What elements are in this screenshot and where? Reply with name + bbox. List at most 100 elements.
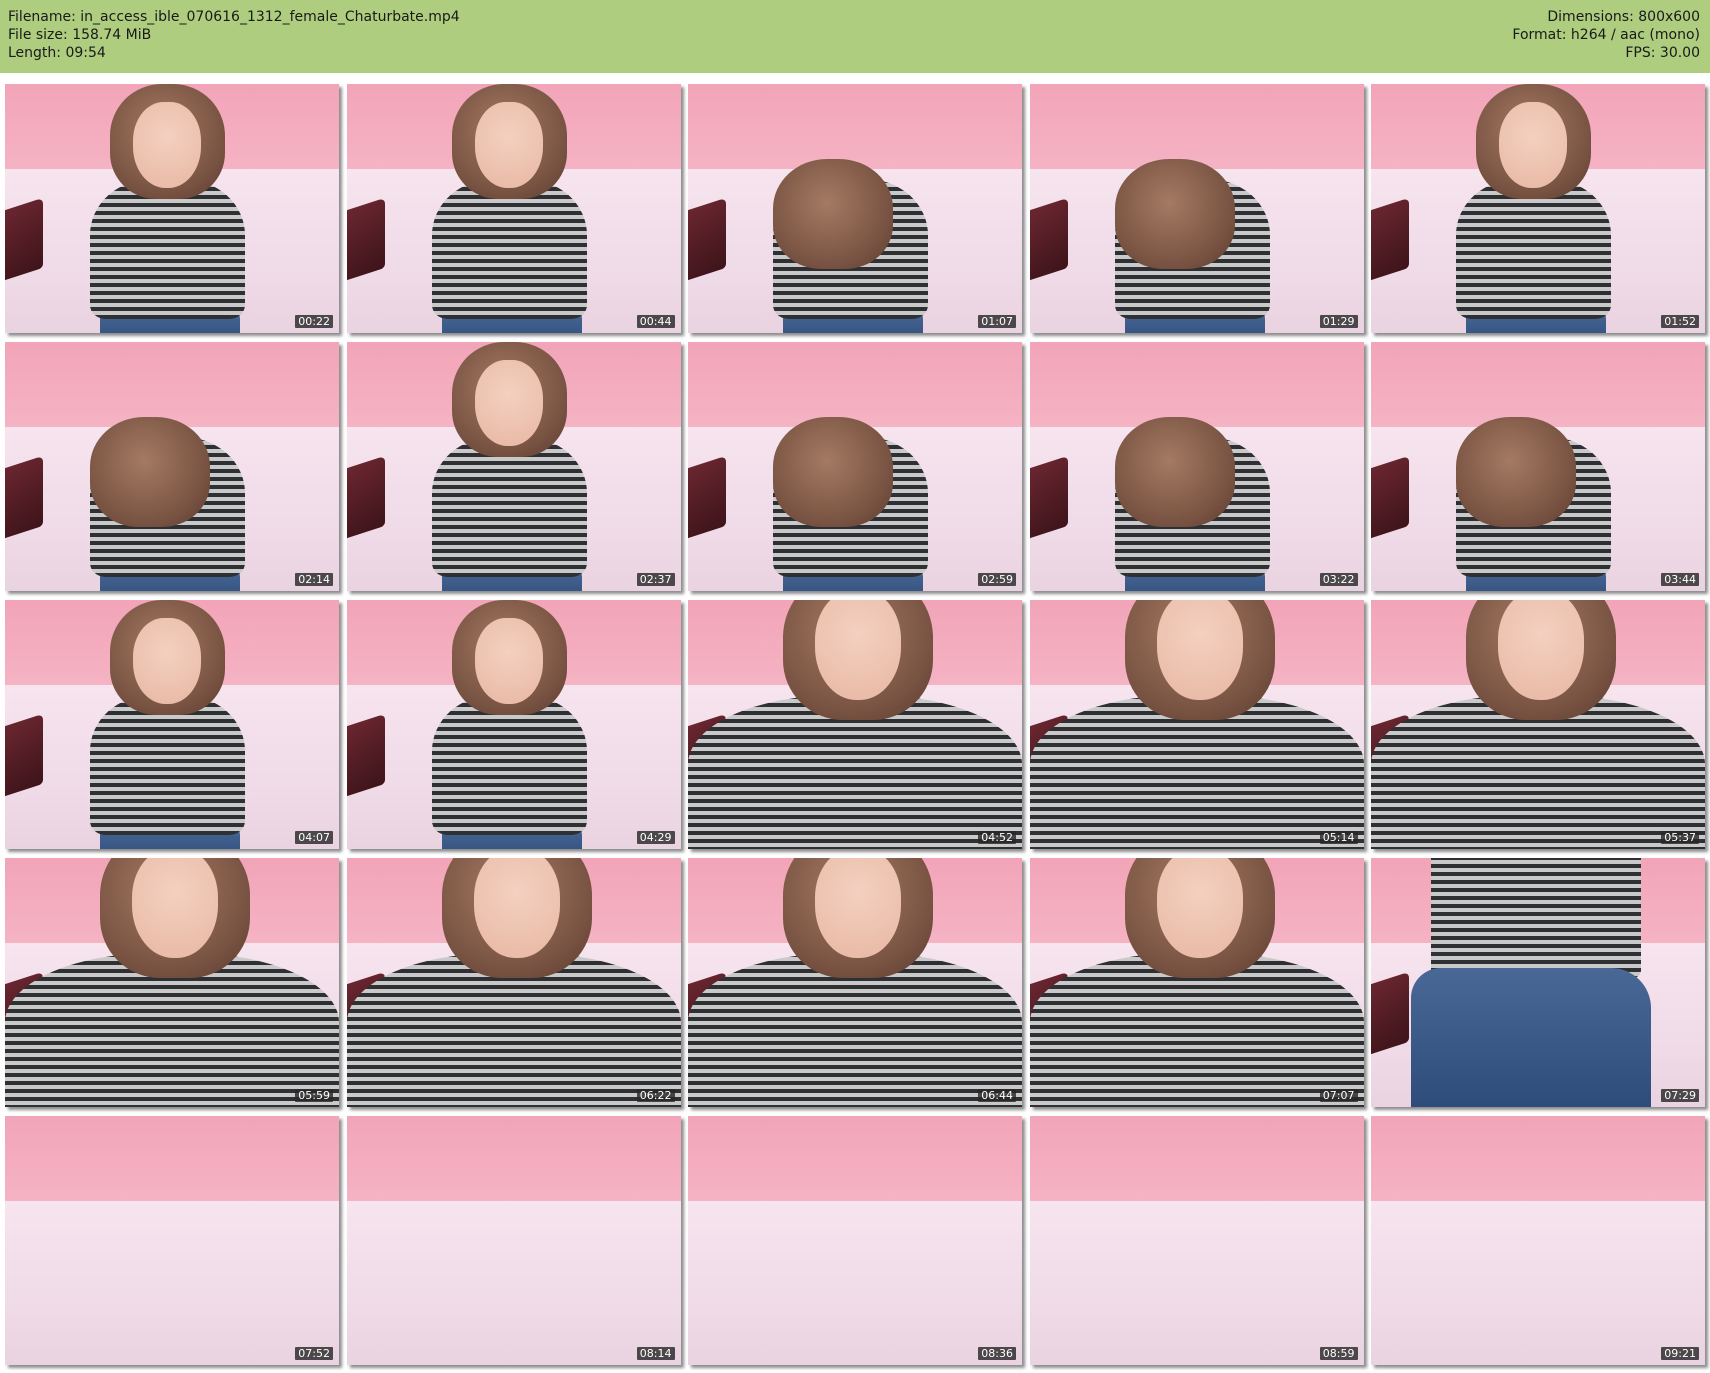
thumbnail-image (1371, 858, 1705, 1107)
timestamp-label: 08:59 (1319, 1347, 1358, 1360)
timestamp-label: 00:22 (295, 315, 333, 328)
thumbnail-image (5, 1116, 339, 1365)
file-info-header: Filename: in_access_ible_070616_1312_fem… (0, 0, 1710, 73)
video-thumbnail: 02:37 (346, 342, 681, 591)
video-thumbnail: 01:52 (1371, 84, 1705, 333)
face-shape (1156, 600, 1243, 700)
face-shape (473, 858, 560, 958)
background-wall (688, 342, 1022, 427)
timestamp-label: 02:14 (295, 573, 333, 586)
timestamp-label: 04:07 (295, 831, 333, 844)
hair-shape (1114, 159, 1235, 269)
video-thumbnail: 03:44 (1371, 342, 1705, 591)
thumbnail-image (688, 84, 1022, 333)
face-shape (1156, 858, 1243, 958)
cushion-shape (346, 455, 385, 539)
video-thumbnail: 08:14 (346, 1116, 681, 1365)
jeans-shape (1411, 968, 1651, 1107)
hair-shape (1114, 417, 1235, 527)
file-info-left: Filename: in_access_ible_070616_1312_fem… (8, 8, 460, 62)
video-thumbnail: 04:52 (688, 600, 1022, 849)
video-thumbnail: 06:22 (346, 858, 681, 1107)
thumbnail-image (1371, 1116, 1705, 1365)
video-thumbnail: 09:21 (1371, 1116, 1705, 1365)
format-text: Format: h264 / aac (mono) (1512, 27, 1700, 43)
face-shape (815, 858, 901, 958)
face-shape (474, 360, 543, 446)
fps-text: FPS: 30.00 (1625, 45, 1700, 61)
torso-shape (431, 437, 587, 577)
video-thumbnail: 07:29 (1371, 858, 1705, 1107)
video-thumbnail: 04:29 (346, 600, 681, 849)
face-shape (474, 618, 543, 704)
timestamp-label: 04:52 (978, 831, 1016, 844)
hair-shape (90, 417, 210, 527)
timestamp-label: 02:37 (636, 573, 675, 586)
timestamp-label: 07:52 (295, 1347, 333, 1360)
video-thumbnail: 05:37 (1371, 600, 1705, 849)
timestamp-label: 03:44 (1661, 573, 1699, 586)
face-shape (133, 102, 201, 188)
cushion-shape (1371, 197, 1409, 281)
thumbnail-image (346, 1116, 681, 1365)
background-sofa (1029, 1200, 1364, 1365)
cushion-shape (1371, 971, 1409, 1055)
torso-shape (1431, 858, 1641, 978)
thumbnail-image (5, 84, 339, 333)
background-wall (688, 84, 1022, 169)
video-thumbnail: 08:59 (1029, 1116, 1364, 1365)
cushion-shape (1371, 455, 1409, 539)
video-thumbnail: 00:44 (346, 84, 681, 333)
timestamp-label: 05:59 (295, 1089, 333, 1102)
background-wall (1029, 342, 1364, 427)
thumbnail-image (1371, 84, 1705, 333)
thumbnail-image (688, 342, 1022, 591)
video-thumbnail: 06:44 (688, 858, 1022, 1107)
thumbnail-image (1029, 858, 1364, 1107)
background-sofa (346, 1200, 681, 1365)
cushion-shape (688, 455, 726, 539)
video-thumbnail: 03:22 (1029, 342, 1364, 591)
background-sofa (5, 1200, 339, 1365)
thumbnail-image (1029, 84, 1364, 333)
cushion-shape (1029, 197, 1068, 281)
timestamp-label: 06:44 (978, 1089, 1016, 1102)
video-thumbnail: 04:07 (5, 600, 339, 849)
face-shape (815, 600, 901, 700)
face-shape (132, 858, 218, 958)
video-thumbnail: 05:14 (1029, 600, 1364, 849)
thumbnail-image (1371, 600, 1705, 849)
face-shape (1499, 102, 1567, 188)
thumbnail-image (5, 342, 339, 591)
timestamp-label: 02:59 (978, 573, 1016, 586)
filename-text: Filename: in_access_ible_070616_1312_fem… (8, 9, 460, 25)
background-wall (5, 1116, 339, 1201)
cushion-shape (5, 455, 43, 539)
thumbnail-image (688, 858, 1022, 1107)
background-wall (5, 342, 339, 427)
cushion-shape (5, 197, 43, 281)
cushion-shape (688, 197, 726, 281)
video-thumbnail: 00:22 (5, 84, 339, 333)
cushion-shape (346, 197, 385, 281)
thumbnail-image (5, 858, 339, 1107)
background-sofa (1371, 1200, 1705, 1365)
background-wall (346, 1116, 681, 1201)
hair-shape (1456, 417, 1576, 527)
cushion-shape (346, 713, 385, 797)
background-wall (1371, 1116, 1705, 1201)
background-wall (1029, 84, 1364, 169)
timestamp-label: 03:22 (1319, 573, 1358, 586)
timestamp-label: 01:07 (978, 315, 1016, 328)
timestamp-label: 04:29 (636, 831, 675, 844)
file-info-right: Dimensions: 800x600 Format: h264 / aac (… (1512, 8, 1700, 62)
torso-shape (431, 179, 587, 319)
thumbnail-image (346, 600, 681, 849)
face-shape (1498, 600, 1584, 700)
background-wall (1029, 1116, 1364, 1201)
thumbnail-image (688, 600, 1022, 849)
background-wall (688, 1116, 1022, 1201)
thumbnail-image (346, 84, 681, 333)
filesize-text: File size: 158.74 MiB (8, 27, 152, 43)
video-thumbnail: 07:07 (1029, 858, 1364, 1107)
